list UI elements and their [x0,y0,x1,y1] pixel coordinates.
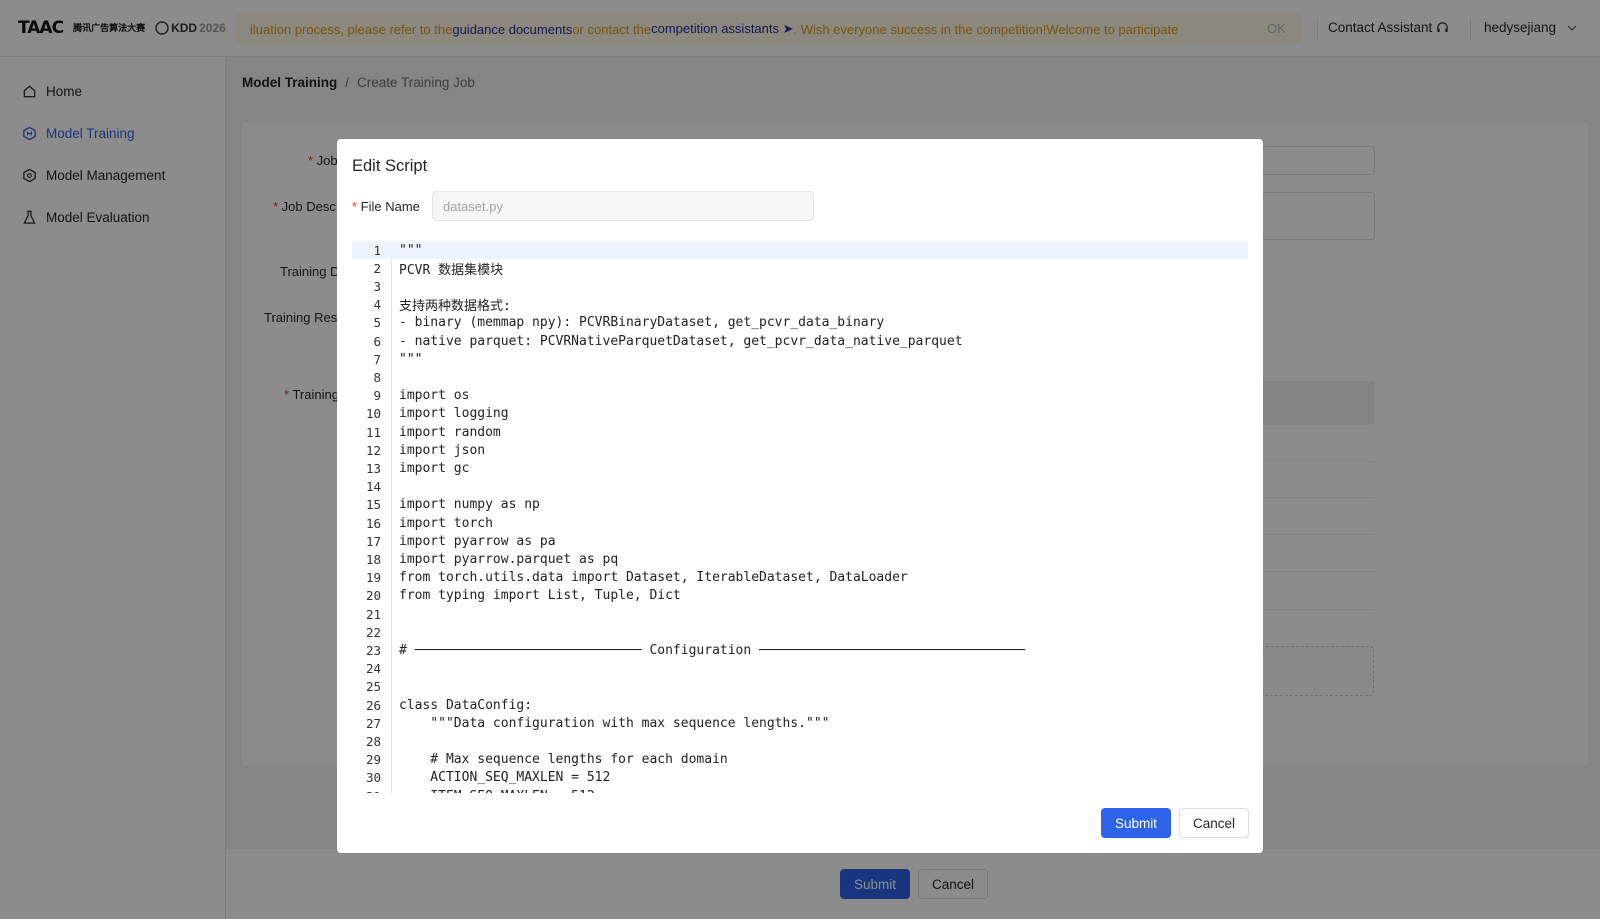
code-line[interactable]: 27 """Data configuration with max sequen… [352,714,1248,732]
code-text: ACTION_SEQ_MAXLEN = 512 [399,770,611,786]
code-text: ITEM_SEQ_MAXLEN = 512 [399,789,594,793]
line-number: 24 [365,661,381,677]
code-line[interactable]: 2 PCVR 数据集模块 [352,259,1248,278]
code-text: PCVR 数据集模块 [399,262,504,278]
code-text: # Max sequence lengths for each domain [399,752,728,768]
line-number: 25 [365,679,381,695]
line-number: 2 [373,260,381,276]
code-line[interactable]: 6 - native parquet: PCVRNativeParquetData… [352,332,1248,350]
code-text: 支持两种数据格式: [399,299,511,315]
line-number: 15 [365,497,381,513]
code-line[interactable]: 13 import gc [352,459,1248,477]
code-line[interactable]: 31 ITEM_SEQ_MAXLEN = 512 [352,787,1248,793]
line-number: 28 [365,733,381,749]
code-line[interactable]: 25 [352,678,1248,696]
line-number: 27 [365,715,381,731]
line-number: 1 [373,242,381,258]
line-number: 11 [365,424,381,440]
line-number: 5 [373,315,381,331]
submit-button[interactable]: Submit [1101,808,1171,838]
modal-title: Edit Script [352,157,428,175]
code-line[interactable]: 15 import numpy as np [352,496,1248,514]
code-text: from torch.utils.data import Dataset, It… [399,570,908,586]
code-line[interactable]: 14 [352,478,1248,496]
line-number: 8 [373,369,381,385]
code-text: import torch [399,515,493,531]
edit-script-modal: Edit Script * File Name dataset.py 1 """ 2… [337,139,1263,853]
code-text: import logging [399,406,509,422]
line-number: 12 [365,442,381,458]
code-line[interactable]: 29 # Max sequence lengths for each domai… [352,751,1248,769]
file-name-input[interactable]: dataset.py [432,191,814,221]
code-text: import random [399,424,501,440]
code-line[interactable]: 23 # ───────────────────────────── Config… [352,641,1248,659]
line-number: 9 [373,388,381,404]
code-line[interactable]: 19 from torch.utils.data import Dataset, … [352,569,1248,587]
code-editor[interactable]: 1 """ 2 PCVR 数据集模块 3 4 支持两种数据格式: 5 - binary (mem… [352,241,1248,793]
code-text: import pyarrow.parquet as pq [399,551,619,567]
code-line[interactable]: 17 import pyarrow as pa [352,532,1248,550]
code-text: - native parquet: PCVRNativeParquetDatas… [399,333,963,349]
code-line[interactable]: 4 支持两种数据格式: [352,296,1248,314]
code-line[interactable]: 28 [352,732,1248,750]
code-line[interactable]: 8 [352,368,1248,386]
code-text: # ───────────────────────────── Configur… [399,642,1026,658]
code-text: import pyarrow as pa [399,533,556,549]
code-line[interactable]: 22 [352,623,1248,641]
code-line[interactable]: 16 import torch [352,514,1248,532]
code-line[interactable]: 24 [352,660,1248,678]
code-text: import os [399,388,470,404]
code-line[interactable]: 11 import random [352,423,1248,441]
code-text: from typing import List, Tuple, Dict [399,588,681,604]
line-number: 17 [365,533,381,549]
code-text: """ [399,242,423,258]
line-number: 14 [365,479,381,495]
code-line[interactable]: 1 """ [352,241,1248,260]
line-number: 4 [373,297,381,313]
line-number: 16 [365,515,381,531]
code-text: """ [399,351,423,367]
line-number: 31 [352,789,381,793]
line-number: 7 [373,351,381,367]
line-number: 22 [365,624,381,640]
line-number: 30 [365,770,381,786]
code-text: import gc [399,460,470,476]
line-number: 6 [373,333,381,349]
cancel-button[interactable]: Cancel [1179,808,1249,838]
line-number: 19 [365,570,381,586]
code-line[interactable]: 20 from typing import List, Tuple, Dict [352,587,1248,605]
code-line[interactable]: 21 [352,605,1248,623]
line-number: 3 [373,278,381,294]
code-text: import json [399,442,486,458]
code-text: import numpy as np [399,497,540,513]
code-text: - binary (memmap npy): PCVRBinaryDataset… [399,315,885,331]
line-number: 23 [365,642,381,658]
line-number: 26 [365,697,381,713]
line-number: 13 [365,460,381,476]
code-line[interactable]: 10 import logging [352,405,1248,423]
line-number: 20 [365,588,381,604]
code-line[interactable]: 30 ACTION_SEQ_MAXLEN = 512 [352,769,1248,787]
code-line[interactable]: 18 import pyarrow.parquet as pq [352,550,1248,568]
code-line[interactable]: 3 [352,277,1248,295]
code-line[interactable]: 12 import json [352,441,1248,459]
code-line[interactable]: 5 - binary (memmap npy): PCVRBinaryDatase… [352,314,1248,332]
line-number: 10 [365,406,381,422]
line-number: 29 [365,752,381,768]
line-number: 18 [365,551,381,567]
file-name-label: * File Name [352,199,420,214]
code-line[interactable]: 9 import os [352,387,1248,405]
line-number: 21 [365,606,381,622]
code-line[interactable]: 26 class DataConfig: [352,696,1248,714]
code-text: """Data configuration with max sequence … [399,715,830,731]
code-line[interactable]: 7 """ [352,350,1248,368]
code-text: class DataConfig: [399,697,533,713]
